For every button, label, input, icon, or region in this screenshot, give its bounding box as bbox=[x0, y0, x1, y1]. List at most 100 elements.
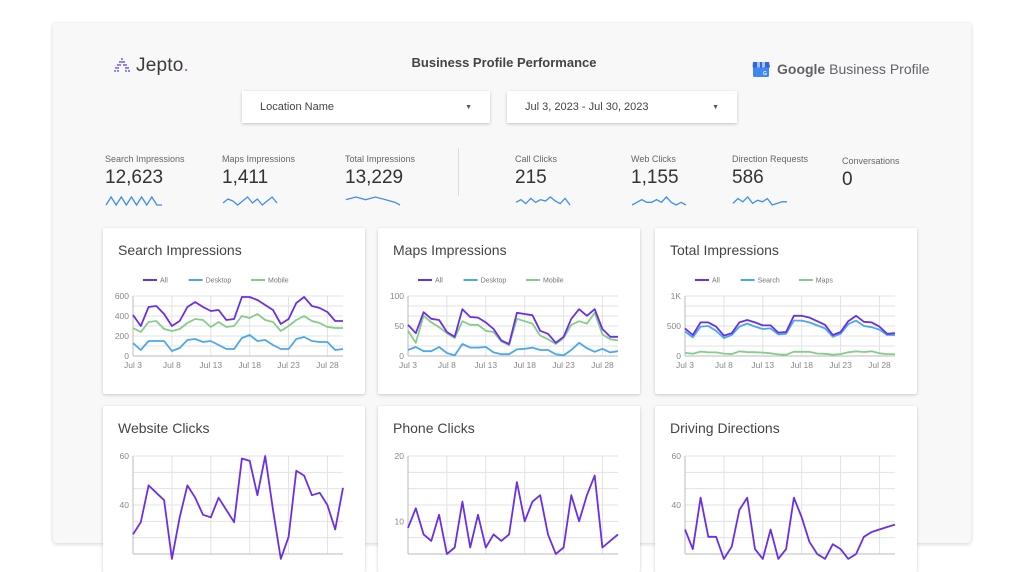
kpi-divider bbox=[458, 148, 459, 196]
sparkline-path bbox=[222, 196, 278, 206]
legend-label: Mobile bbox=[543, 278, 564, 285]
legend-label: All bbox=[435, 278, 443, 285]
y-tick-label: 60 bbox=[120, 451, 130, 461]
series-line-maps bbox=[684, 350, 895, 356]
gbp-brand-google: Google bbox=[777, 61, 826, 77]
y-tick-label: 20 bbox=[395, 451, 405, 461]
series-line-all bbox=[132, 455, 344, 560]
phone-clicks-chart: 10 20 bbox=[395, 451, 619, 555]
series-line-all bbox=[407, 474, 619, 555]
x-tick-label: Jul 18 bbox=[238, 360, 261, 370]
y-tick-label: 40 bbox=[672, 500, 682, 510]
logo-dot: . bbox=[183, 55, 189, 76]
y-tick-label: 40 bbox=[120, 500, 130, 510]
x-tick-label: Jul 23 bbox=[829, 360, 852, 370]
y-tick-label: 100 bbox=[390, 291, 404, 301]
jepto-logo-text: Jepto. bbox=[136, 55, 189, 77]
y-tick-label: 60 bbox=[672, 451, 682, 461]
location-filter-label: Location Name bbox=[260, 101, 334, 113]
date-range-dropdown[interactable]: Jul 3, 2023 - Jul 30, 2023 ▼ bbox=[507, 91, 737, 123]
google-business-store-icon: G bbox=[752, 62, 770, 77]
x-tick-label: Jul 28 bbox=[868, 360, 891, 370]
x-tick-label: Jul 8 bbox=[163, 360, 181, 370]
kpi-label: Search Impressions bbox=[105, 154, 185, 164]
x-tick-label: Jul 18 bbox=[513, 360, 536, 370]
kpi-value: 1,411 bbox=[222, 167, 269, 188]
y-tick-label: 400 bbox=[115, 311, 129, 321]
kpi-sparkline bbox=[345, 196, 401, 206]
gbp-brand-rest: Business Profile bbox=[825, 61, 930, 77]
x-tick-label: Jul 8 bbox=[438, 360, 456, 370]
jepto-logo-icon bbox=[114, 58, 130, 72]
legend-label: Maps bbox=[816, 278, 834, 285]
kpi-sparkline bbox=[222, 196, 278, 206]
kpi-maps-impressions: Maps Impressions 1,411 bbox=[222, 154, 295, 207]
kpi-value: 586 bbox=[732, 167, 764, 188]
chart-card-search-impressions: Search Impressions All Desktop Mobile 0 200 4… bbox=[103, 228, 365, 394]
logo-word: Jepto bbox=[136, 55, 184, 76]
kpi-value: 12,623 bbox=[105, 167, 164, 188]
chart-card-maps-impressions: Maps Impressions All Desktop Mobile 0 50 100 J… bbox=[378, 228, 640, 394]
x-tick-label: Jul 3 bbox=[399, 360, 417, 370]
caret-down-icon: ▼ bbox=[712, 103, 719, 111]
kpi-value: 13,229 bbox=[345, 167, 404, 188]
location-filter-dropdown[interactable]: Location Name ▼ bbox=[242, 91, 490, 123]
legend-label: Mobile bbox=[268, 278, 289, 285]
search-impressions-chart: All Desktop Mobile0200400600Jul 3 Jul 8 Jul … bbox=[115, 278, 344, 370]
x-tick-label: Jul 18 bbox=[790, 360, 813, 370]
maps-impressions-chart: All Desktop Mobile050100Jul 3 Jul 8 Jul 13 Ju… bbox=[390, 278, 619, 370]
sparkline-path bbox=[515, 196, 571, 206]
kpi-value: 0 bbox=[842, 169, 853, 190]
series-line-desktop bbox=[407, 341, 619, 357]
chart-card-phone-clicks: Phone Clicks 10 20 bbox=[378, 406, 640, 572]
google-business-profile-logo: G Google Business Profile bbox=[751, 59, 930, 79]
x-tick-label: Jul 13 bbox=[199, 360, 222, 370]
sparkline-path bbox=[345, 196, 401, 206]
kpi-total-impressions: Total Impressions 13,229 bbox=[345, 154, 415, 207]
legend-label: Desktop bbox=[481, 278, 507, 285]
y-tick-label: 1K bbox=[671, 291, 682, 301]
x-tick-label: Jul 8 bbox=[715, 360, 733, 370]
date-range-label: Jul 3, 2023 - Jul 30, 2023 bbox=[525, 101, 649, 113]
chart-card-website-clicks: Website Clicks 40 60 bbox=[103, 406, 365, 572]
caret-down-icon: ▼ bbox=[465, 103, 472, 111]
kpi-label: Total Impressions bbox=[345, 154, 416, 164]
series-line-mobile bbox=[132, 313, 343, 333]
kpi-direction-requests: Direction Requests 586 bbox=[732, 154, 808, 207]
chart-card-total-impressions: Total Impressions All Search Maps 0 500 1K Jul… bbox=[655, 228, 917, 394]
series-line-desktop bbox=[132, 334, 344, 352]
kpi-web-clicks: Web Clicks 1,155 bbox=[631, 154, 687, 207]
x-tick-label: Jul 23 bbox=[552, 360, 575, 370]
kpi-label: Maps Impressions bbox=[222, 154, 296, 164]
legend-label: Desktop bbox=[206, 278, 232, 285]
y-tick-label: 200 bbox=[115, 331, 129, 341]
kpi-conversations: Conversations 0 bbox=[842, 156, 900, 191]
y-tick-label: 500 bbox=[667, 321, 681, 331]
y-tick-label: 50 bbox=[395, 321, 405, 331]
svg-text:G: G bbox=[763, 71, 767, 77]
sparkline-path bbox=[631, 196, 687, 206]
kpi-label: Web Clicks bbox=[631, 154, 676, 164]
gbp-brand-text: Google Business Profile bbox=[777, 61, 930, 77]
x-tick-label: Jul 23 bbox=[277, 360, 300, 370]
legend-label: Search bbox=[758, 278, 780, 285]
kpi-search-impressions: Search Impressions 12,623 bbox=[105, 154, 185, 207]
x-tick-label: Jul 13 bbox=[751, 360, 774, 370]
sparkline-path bbox=[105, 195, 162, 207]
website-clicks-chart: 40 60 bbox=[120, 451, 344, 560]
page-title: Business Profile Performance bbox=[411, 55, 597, 70]
sparkline-path bbox=[732, 196, 787, 206]
jepto-logo: Jepto. bbox=[113, 55, 189, 77]
x-tick-label: Jul 28 bbox=[316, 360, 339, 370]
kpi-call-clicks: Call Clicks 215 bbox=[515, 154, 571, 207]
x-tick-label: Jul 3 bbox=[124, 360, 142, 370]
x-tick-label: Jul 3 bbox=[676, 360, 694, 370]
legend-label: All bbox=[160, 278, 168, 285]
driving-directions-chart: 40 60 bbox=[672, 451, 896, 560]
chart-card-driving-directions: Driving Directions 40 60 bbox=[655, 406, 917, 572]
total-impressions-chart: All Search Maps05001KJul 3 Jul 8 Jul 13 Jul 1… bbox=[667, 278, 896, 370]
kpi-sparkline bbox=[105, 195, 162, 207]
x-tick-label: Jul 28 bbox=[591, 360, 614, 370]
kpi-sparkline bbox=[732, 196, 787, 206]
kpi-sparkline bbox=[631, 196, 687, 206]
